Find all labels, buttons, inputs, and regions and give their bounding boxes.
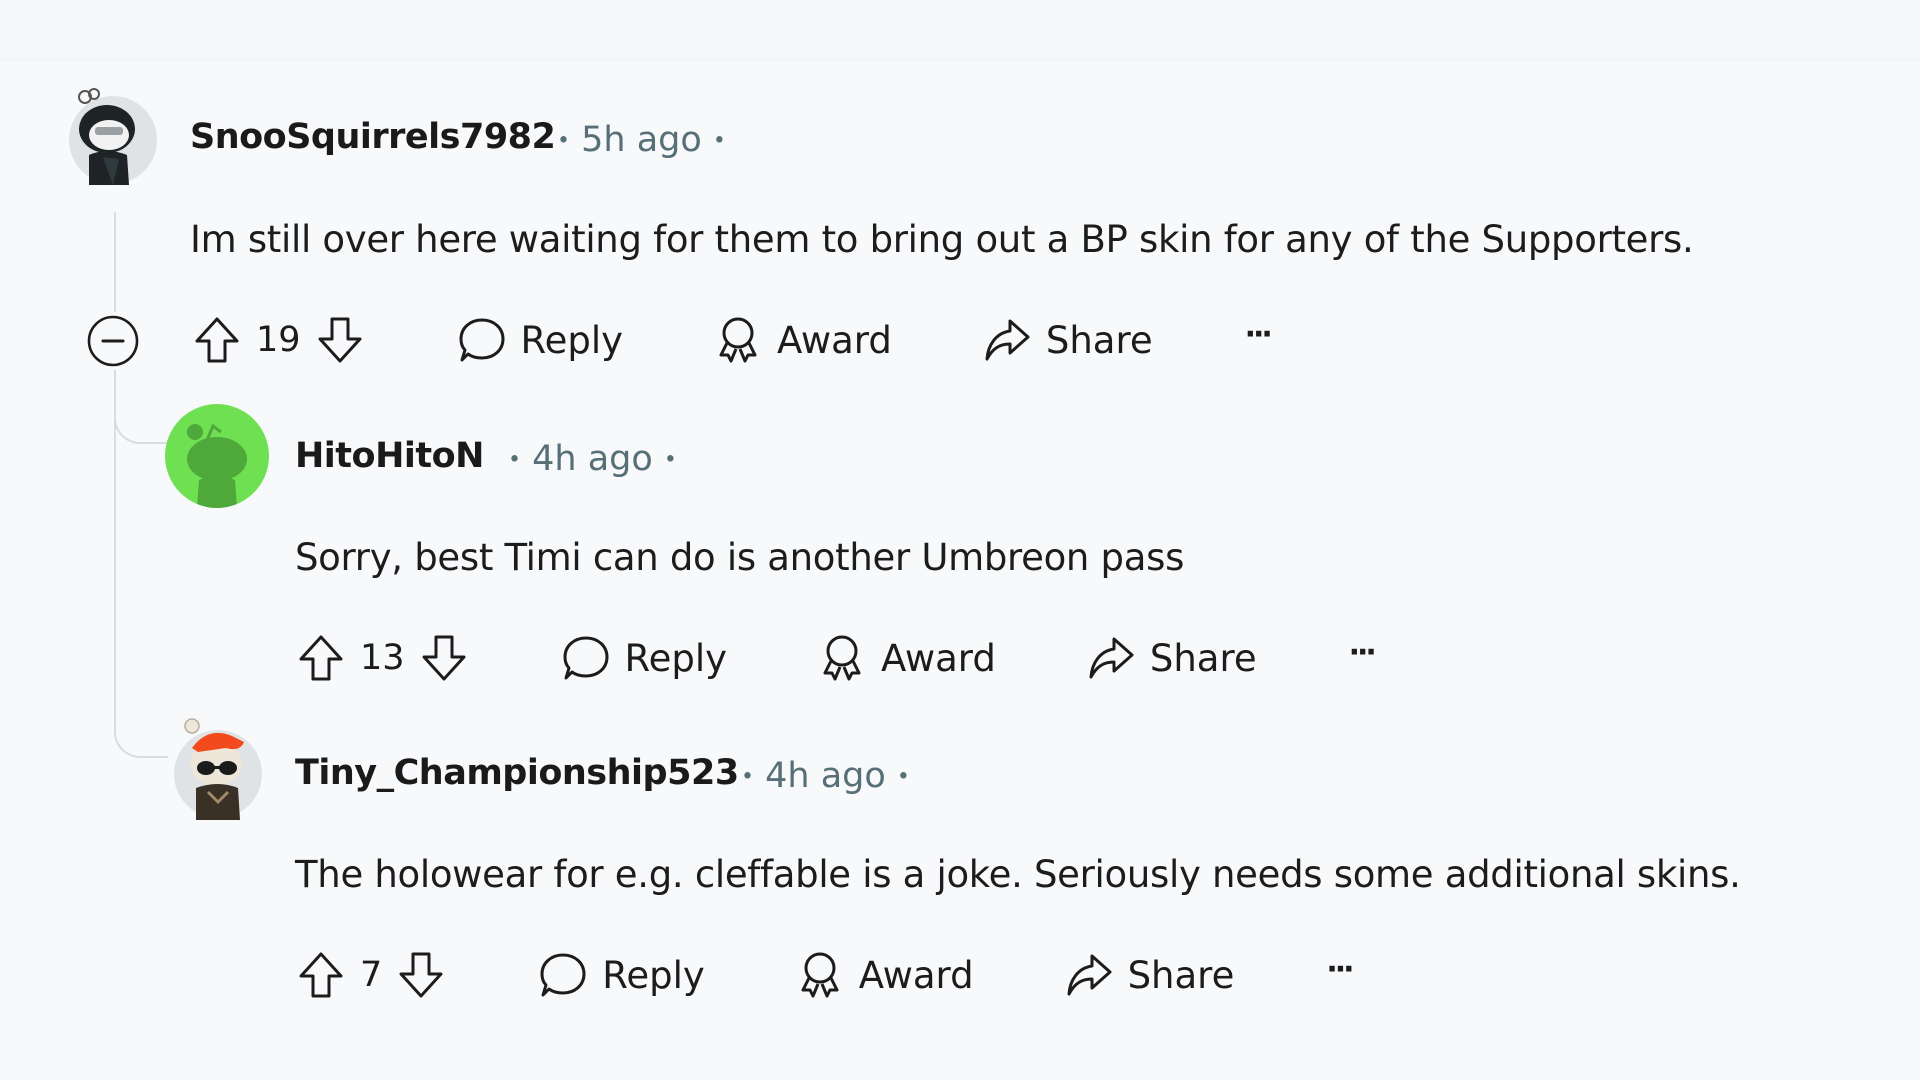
share-button[interactable]: Share — [1064, 950, 1235, 1000]
time-ago[interactable]: 5h ago — [581, 120, 702, 160]
share-label: Share — [1127, 953, 1235, 997]
username[interactable]: SnooSquirrels7982 — [190, 117, 556, 157]
share-button[interactable]: Share — [982, 315, 1153, 365]
ellipsis-icon: ··· — [1348, 634, 1377, 670]
share-arrow-icon — [1089, 637, 1134, 679]
top-band — [0, 0, 1920, 62]
upvote-button[interactable] — [192, 315, 242, 365]
reply-button[interactable]: Reply — [561, 633, 727, 683]
separator: • — [508, 447, 521, 473]
comment-actions: 19 Reply Award Share ··· — [192, 310, 1273, 370]
comment-bubble-icon — [563, 636, 609, 680]
minus-circle-icon — [87, 315, 139, 367]
arrow-down-icon — [422, 635, 466, 681]
ellipsis-icon: ··· — [1326, 951, 1354, 987]
avatar-image — [187, 423, 247, 508]
avatar[interactable] — [67, 85, 159, 185]
award-label: Award — [858, 953, 974, 997]
username[interactable]: HitoHitoN — [295, 436, 484, 476]
more-options-button[interactable]: ··· — [1349, 635, 1377, 676]
reply-label: Reply — [624, 636, 728, 680]
upvote-button[interactable] — [296, 950, 346, 1000]
reply-button[interactable]: Reply — [538, 950, 705, 1000]
share-label: Share — [1045, 318, 1153, 362]
thread-line[interactable] — [114, 212, 116, 312]
thread-connector — [114, 700, 168, 758]
arrow-down-icon — [399, 952, 443, 998]
comment-bubble-icon — [540, 953, 586, 997]
award-label: Award — [881, 636, 996, 680]
separator: • — [896, 764, 910, 790]
timestamp: • 4h ago • — [741, 756, 910, 796]
vote-count: 7 — [360, 955, 383, 995]
vote-count: 19 — [256, 320, 301, 360]
comment-actions: 13 Reply Award Share ··· — [296, 628, 1377, 688]
award-ribbon-icon — [801, 952, 839, 998]
comment-body: The holowear for e.g. cleffable is a jok… — [295, 853, 1741, 896]
share-label: Share — [1149, 636, 1257, 680]
arrow-up-icon — [299, 635, 343, 681]
avatar[interactable] — [165, 404, 269, 508]
share-arrow-icon — [985, 319, 1030, 361]
timestamp: • 5h ago • — [557, 120, 726, 160]
upvote-button[interactable] — [296, 633, 346, 683]
time-ago[interactable]: 4h ago — [765, 756, 886, 796]
comment-body: Im still over here waiting for them to b… — [190, 218, 1694, 261]
share-arrow-icon — [1067, 954, 1112, 996]
downvote-button[interactable] — [315, 315, 365, 365]
share-button[interactable]: Share — [1086, 633, 1257, 683]
reply-button[interactable]: Reply — [457, 315, 623, 365]
comment-body: Sorry, best Timi can do is another Umbre… — [295, 536, 1185, 579]
timestamp: • 4h ago • — [508, 439, 677, 479]
arrow-up-icon — [195, 317, 239, 363]
award-button[interactable]: Award — [795, 950, 974, 1000]
downvote-button[interactable] — [419, 633, 469, 683]
separator: • — [712, 128, 726, 154]
avatar-image — [69, 88, 157, 185]
downvote-button[interactable] — [396, 950, 446, 1000]
reply-label: Reply — [520, 318, 624, 362]
collapse-thread-button[interactable] — [86, 314, 140, 368]
reply-label: Reply — [602, 953, 705, 997]
comment-actions: 7 Reply Award Share ··· — [296, 945, 1355, 1005]
comment-bubble-icon — [459, 318, 505, 362]
award-label: Award — [777, 318, 892, 362]
award-button[interactable]: Award — [713, 315, 892, 365]
award-ribbon-icon — [719, 317, 757, 363]
separator: • — [663, 447, 677, 473]
arrow-down-icon — [318, 317, 362, 363]
separator: • — [741, 764, 754, 790]
award-ribbon-icon — [823, 635, 861, 681]
username[interactable]: Tiny_Championship523 — [295, 753, 739, 793]
thread-connector — [114, 400, 168, 444]
avatar-image — [174, 718, 262, 820]
avatar[interactable] — [170, 712, 266, 820]
vote-count: 13 — [360, 638, 405, 678]
separator: • — [557, 128, 570, 154]
award-button[interactable]: Award — [817, 633, 996, 683]
more-options-button[interactable]: ··· — [1245, 317, 1273, 358]
more-options-button[interactable]: ··· — [1326, 952, 1354, 993]
ellipsis-icon: ··· — [1244, 316, 1273, 352]
time-ago[interactable]: 4h ago — [532, 439, 653, 479]
arrow-up-icon — [299, 952, 343, 998]
